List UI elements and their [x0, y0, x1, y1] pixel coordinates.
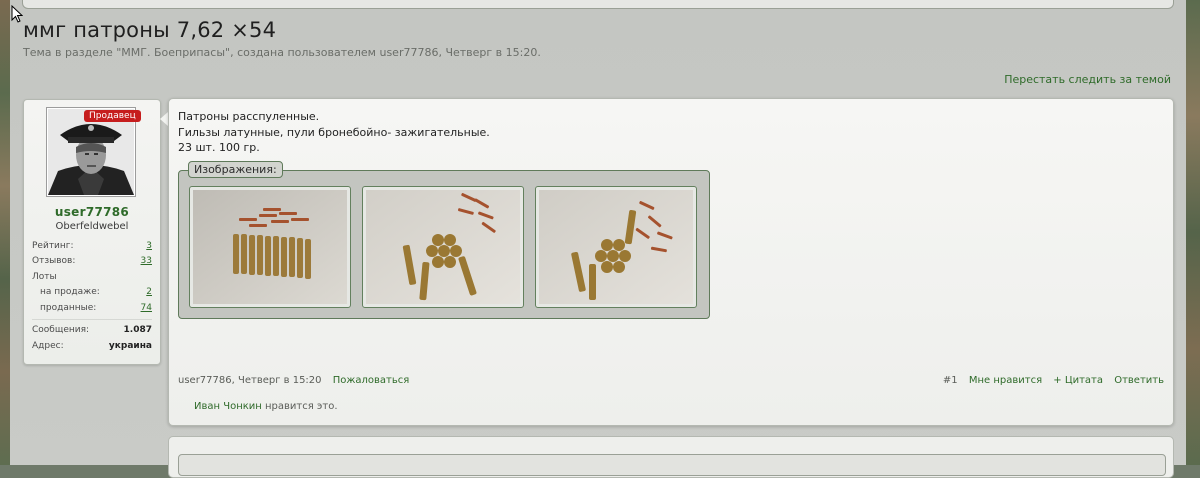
top-navigation-bar: [22, 0, 1174, 9]
post-actions: #1 Мне нравится + Цитата Ответить: [935, 375, 1164, 386]
post-number-link[interactable]: #1: [943, 375, 958, 386]
report-link[interactable]: Пожаловаться: [333, 375, 410, 386]
stat-messages-value: 1.087: [123, 325, 152, 335]
stat-messages: Сообщения: 1.087: [32, 325, 152, 335]
like-button[interactable]: Мне нравится: [969, 375, 1042, 386]
post-text-line: Патроны расспуленные.: [178, 110, 320, 123]
stat-on-sale-value[interactable]: 2: [146, 287, 152, 297]
stat-address-value: украина: [108, 341, 152, 351]
next-post-inner: [178, 454, 1166, 476]
stat-label: Адрес:: [32, 341, 64, 351]
user-info-panel: Продавец user77786 Oberfeldwebel Рейтинг…: [23, 99, 161, 365]
stat-label: проданные:: [40, 303, 97, 313]
stat-sold: проданные: 74: [40, 303, 152, 313]
attachment-thumbnail[interactable]: [362, 186, 524, 308]
post-message: Патроны расспуленные. Гильзы латунные, п…: [168, 98, 1174, 426]
stat-on-sale: на продаже: 2: [40, 287, 152, 297]
quote-button[interactable]: + Цитата: [1053, 375, 1103, 386]
post-text-line: Гильзы латунные, пули бронебойно- зажига…: [178, 126, 490, 139]
next-post-box: [168, 436, 1174, 478]
stat-label: Отзывов:: [32, 256, 76, 266]
thread-subtitle: Тема в разделе "ММГ. Боеприпасы", создан…: [23, 46, 541, 59]
stat-label: Лоты: [32, 272, 57, 282]
cartridges-photo-3: [539, 190, 693, 304]
cartridges-photo-2: [366, 190, 520, 304]
liker-name-link[interactable]: Иван Чонкин: [194, 401, 262, 412]
attachments-label: Изображения:: [188, 161, 283, 178]
background-camo-left: [0, 0, 10, 465]
attachment-thumbnail[interactable]: [189, 186, 351, 308]
post-text-line: 23 шт. 100 гр.: [178, 141, 260, 154]
stat-label: Рейтинг:: [32, 241, 74, 251]
stat-sold-value[interactable]: 74: [141, 303, 152, 313]
forum-content-area: ммг патроны 7,62 ×54 Тема в разделе "ММГ…: [10, 0, 1186, 478]
likes-suffix: нравится это.: [265, 401, 338, 412]
stat-lots-heading: Лоты: [32, 272, 152, 282]
stat-label: Сообщения:: [32, 325, 90, 335]
post-author-time[interactable]: user77786, Четверг в 15:20: [178, 375, 322, 386]
background-camo-right: [1186, 0, 1200, 465]
stat-reviews-value[interactable]: 33: [141, 256, 152, 266]
mouse-cursor-icon: [11, 5, 23, 23]
likes-summary: Иван Чонкин нравится это.: [194, 401, 338, 412]
seller-badge: Продавец: [84, 110, 141, 122]
attachment-thumbnail[interactable]: [535, 186, 697, 308]
stat-rating-value[interactable]: 3: [146, 241, 152, 251]
unfollow-thread-link[interactable]: Перестать следить за темой: [1004, 73, 1171, 86]
reply-button[interactable]: Ответить: [1114, 375, 1164, 386]
stat-label: на продаже:: [40, 287, 100, 297]
stat-reviews: Отзывов: 33: [32, 256, 152, 266]
user-rank: Oberfeldwebel: [55, 221, 129, 232]
post-pointer-arrow: [160, 112, 168, 126]
post-meta: user77786, Четверг в 15:20 Пожаловаться: [178, 375, 409, 386]
username-link[interactable]: user77786: [24, 205, 160, 219]
divider: [32, 319, 152, 320]
thread-title: ммг патроны 7,62 ×54: [23, 18, 277, 42]
attachments-gallery: [178, 170, 710, 319]
stat-address: Адрес: украина: [32, 341, 152, 351]
cartridges-photo-1: [193, 190, 347, 304]
stat-rating: Рейтинг: 3: [32, 241, 152, 251]
